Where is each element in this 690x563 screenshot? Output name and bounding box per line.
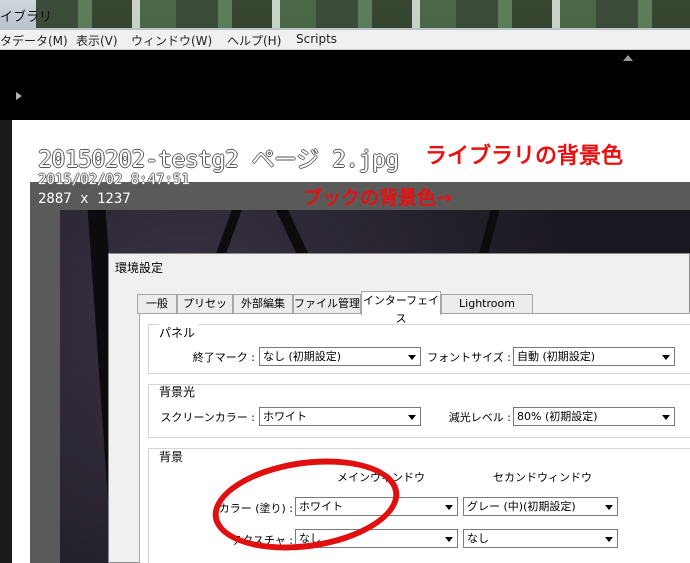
menu-metadata[interactable]: タデータ(M): [0, 32, 68, 49]
chevron-down-icon: [662, 355, 670, 360]
end-mark-value: なし (初期設定): [263, 350, 342, 363]
panels-group: パネル 終了マーク : なし (初期設定) フォントサイズ : 自動 (初期設定…: [148, 324, 690, 374]
second-window-texture-select[interactable]: なし: [463, 529, 618, 548]
preferences-dialog: 環境設定 一般 プリセット 外部編集 ファイル管理 インターフェイス Light…: [108, 253, 690, 563]
second-window-fill-color-value: グレー (中)(初期設定): [467, 500, 576, 513]
photo-filename: 20150202-testg2 ページ 2.jpg: [38, 147, 399, 173]
menu-bar: タデータ(M) 表示(V) ウィンドウ(W) ヘルプ(H) Scripts: [0, 30, 690, 50]
screen-color-select[interactable]: ホワイト: [259, 407, 421, 426]
background-group-label: 背景: [159, 450, 184, 464]
lights-out-group: 背景光 スクリーンカラー : ホワイト 減光レベル : 80% (初期設定): [148, 384, 690, 438]
second-window-column-label: セカンドウィンドウ: [493, 471, 592, 484]
dialog-title: 環境設定: [115, 261, 164, 275]
menu-help[interactable]: ヘルプ(H): [227, 32, 281, 49]
end-mark-select[interactable]: なし (初期設定): [259, 347, 421, 366]
dim-level-value: 80% (初期設定): [517, 410, 598, 423]
tab-lightroom-mobile[interactable]: Lightroom mobile: [441, 294, 533, 328]
second-window-texture-value: なし: [467, 532, 489, 545]
font-size-label: フォントサイズ :: [427, 351, 511, 364]
chevron-down-icon: [605, 537, 613, 542]
menu-window[interactable]: ウィンドウ(W): [131, 32, 212, 49]
photo-datetime: 2015/02/02 8:47:51: [38, 172, 190, 188]
chevron-down-icon: [445, 505, 453, 510]
chevron-down-icon: [605, 505, 613, 510]
second-window-fill-color-select[interactable]: グレー (中)(初期設定): [463, 497, 618, 516]
tab-file-handling[interactable]: ファイル管理: [293, 294, 361, 314]
photo-dimensions: 2887 x 1237: [38, 191, 131, 207]
tab-external-editing[interactable]: 外部編集: [233, 294, 293, 314]
annotation-book-bg: ブックの背景色→: [303, 187, 452, 209]
tab-interface[interactable]: インターフェイス: [361, 291, 441, 325]
chevron-down-icon: [662, 415, 670, 420]
collapse-top-panel-icon[interactable]: [623, 55, 633, 61]
chevron-down-icon: [445, 537, 453, 542]
filmstrip-thumbnails[interactable]: [36, 0, 690, 28]
tab-presets[interactable]: プリセット: [177, 294, 233, 328]
expand-left-panel-icon[interactable]: [16, 92, 22, 100]
font-size-select[interactable]: 自動 (初期設定): [513, 347, 675, 366]
window-title-bar: イブラリ: [0, 0, 690, 30]
lights-out-group-label: 背景光: [159, 385, 196, 399]
dim-level-select[interactable]: 80% (初期設定): [513, 407, 675, 426]
tab-general[interactable]: 一般: [137, 294, 177, 314]
menu-scripts[interactable]: Scripts: [296, 32, 337, 46]
annotation-library-bg: ライブラリの背景色: [425, 144, 624, 169]
screen-color-label: スクリーンカラー :: [160, 411, 255, 424]
screen-color-value: ホワイト: [263, 410, 307, 423]
end-mark-label: 終了マーク :: [192, 351, 255, 364]
left-panel-edge: [0, 120, 12, 563]
font-size-value: 自動 (初期設定): [517, 350, 596, 363]
window-title: イブラリ: [0, 10, 53, 25]
dim-level-label: 減光レベル :: [448, 411, 511, 424]
menu-view[interactable]: 表示(V): [76, 32, 118, 49]
panels-group-label: パネル: [159, 324, 199, 341]
top-panel: [0, 50, 690, 120]
